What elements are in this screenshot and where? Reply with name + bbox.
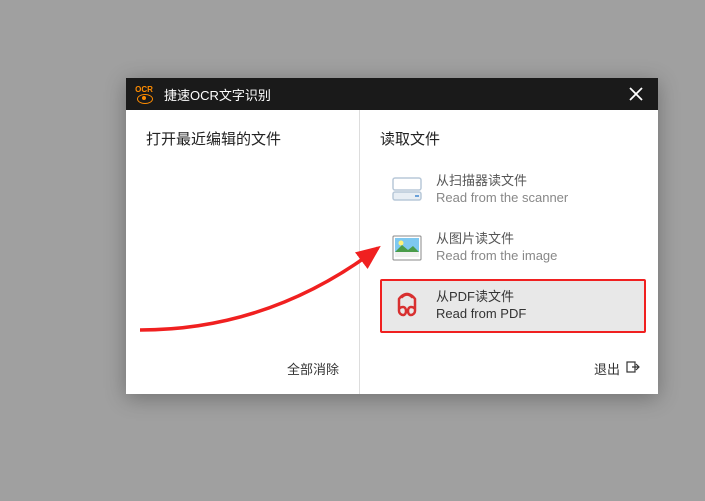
read-from-pdf-option[interactable]: 从PDF读文件 Read from PDF xyxy=(380,279,646,333)
exit-icon xyxy=(626,360,640,377)
ocr-start-dialog: OCR 捷速OCR文字识别 打开最近编辑的文件 全部消除 读取文件 xyxy=(126,78,658,394)
read-from-scanner-option[interactable]: 从扫描器读文件 Read from the scanner xyxy=(380,163,646,217)
option-label-en: Read from PDF xyxy=(436,306,526,323)
pdf-icon xyxy=(390,289,424,323)
titlebar: OCR 捷速OCR文字识别 xyxy=(126,78,658,110)
option-label-cn: 从PDF读文件 xyxy=(436,289,526,306)
read-file-panel: 读取文件 从扫描器读文件 Read from the scanner xyxy=(360,110,658,394)
close-icon xyxy=(629,87,643,101)
option-label-en: Read from the image xyxy=(436,248,557,265)
scanner-icon xyxy=(390,173,424,207)
clear-all-button[interactable]: 全部消除 xyxy=(146,359,339,382)
exit-button[interactable]: 退出 xyxy=(380,359,646,382)
dialog-content: 打开最近编辑的文件 全部消除 读取文件 从扫描器读文件 Read from th… xyxy=(126,110,658,394)
option-label-cn: 从扫描器读文件 xyxy=(436,173,568,190)
window-title: 捷速OCR文字识别 xyxy=(164,85,620,104)
recent-files-panel: 打开最近编辑的文件 全部消除 xyxy=(126,110,360,394)
close-button[interactable] xyxy=(620,78,652,110)
app-logo-icon: OCR xyxy=(132,82,156,106)
option-label-en: Read from the scanner xyxy=(436,190,568,207)
exit-label: 退出 xyxy=(594,359,620,378)
option-label-cn: 从图片读文件 xyxy=(436,231,557,248)
read-from-image-option[interactable]: 从图片读文件 Read from the image xyxy=(380,221,646,275)
image-icon xyxy=(390,231,424,265)
recent-files-title: 打开最近编辑的文件 xyxy=(146,128,339,149)
read-file-title: 读取文件 xyxy=(380,128,646,149)
